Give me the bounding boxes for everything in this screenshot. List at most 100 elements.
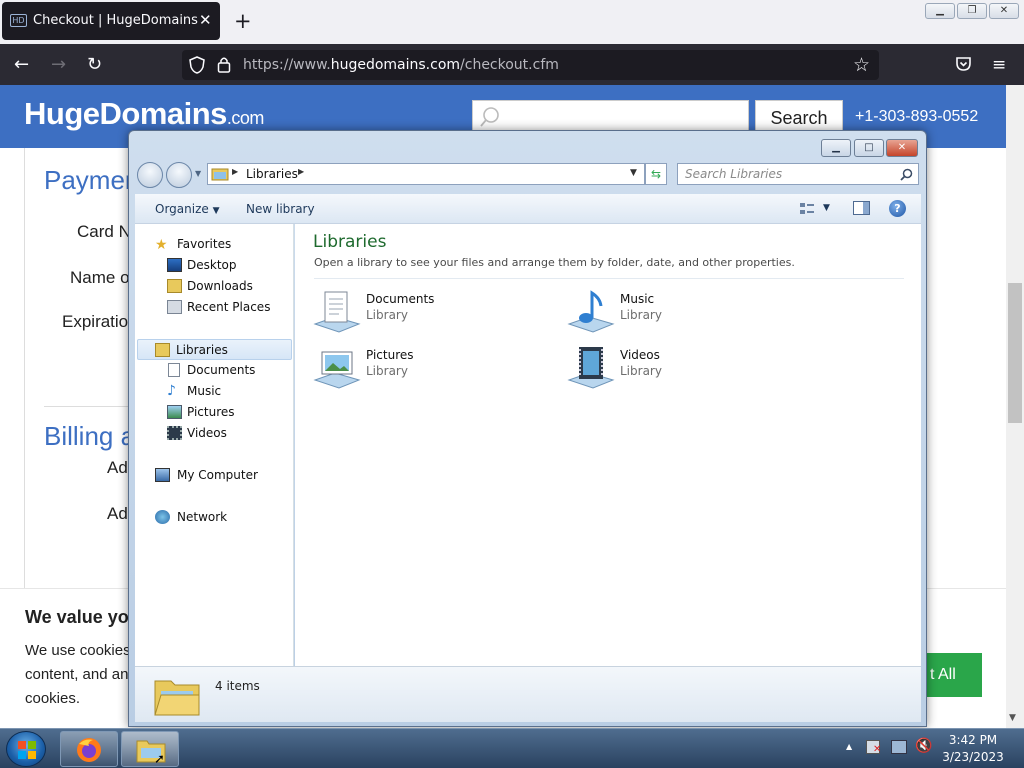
pictures-library-icon — [313, 351, 361, 389]
crumb-arrow-icon[interactable]: ▶ — [232, 167, 238, 176]
window-maximize-button[interactable]: □ — [854, 139, 884, 157]
show-hidden-icons-icon[interactable]: ▲ — [846, 742, 852, 751]
scrollbar-thumb[interactable] — [1008, 283, 1022, 423]
libraries-heading: Libraries — [313, 232, 387, 252]
clock-time: 3:42 PM — [948, 733, 998, 747]
library-type: Library — [366, 364, 408, 378]
mouse-cursor-icon: ➚ — [154, 752, 165, 767]
help-icon[interactable]: ? — [889, 200, 906, 217]
browser-close-button[interactable]: ✕ — [989, 3, 1019, 19]
tracking-shield-icon[interactable] — [189, 56, 205, 74]
videos-library-icon — [567, 347, 615, 389]
recent-pages-icon[interactable]: ▼ — [195, 169, 201, 178]
nav-my-computer[interactable]: My Computer — [135, 465, 294, 486]
nav-videos[interactable]: Videos — [135, 423, 294, 444]
address-crumb-libraries[interactable]: Libraries — [246, 167, 298, 181]
recent-places-icon — [167, 300, 182, 314]
new-tab-icon[interactable]: + — [234, 9, 252, 33]
new-library-button[interactable]: New library — [246, 202, 315, 216]
nav-recent-places[interactable]: Recent Places — [135, 297, 294, 318]
accept-all-button[interactable]: t All — [924, 653, 982, 697]
library-name: Music — [620, 292, 655, 306]
forward-icon[interactable]: → — [51, 54, 66, 75]
downloads-folder-icon — [167, 279, 182, 293]
phone-number[interactable]: +1-303-893-0552 — [855, 108, 978, 126]
address-bar[interactable]: ▶ Libraries ▶ ▼ — [207, 163, 645, 185]
nav-desktop[interactable]: Desktop — [135, 255, 294, 276]
organize-button[interactable]: Organize ▼ — [155, 202, 220, 216]
browser-tab[interactable]: HD Checkout | HugeDomains ✕ — [2, 2, 220, 40]
library-name: Videos — [620, 348, 660, 362]
nav-libraries[interactable]: Libraries — [137, 339, 292, 360]
explorer-forward-button[interactable] — [166, 162, 192, 188]
address-label: Ad — [107, 458, 128, 477]
window-minimize-button[interactable]: ▁ — [821, 139, 851, 157]
library-item-music[interactable]: Music Library — [567, 290, 797, 334]
music-note-icon: ♪ — [167, 383, 176, 399]
content-pane: Libraries Open a library to see your fil… — [295, 224, 921, 666]
url-text: https://www.hugedomains.com/checkout.cfm — [243, 57, 559, 73]
reload-icon[interactable]: ↻ — [87, 54, 102, 75]
site-search-button[interactable]: Search — [755, 100, 843, 134]
nav-documents[interactable]: Documents — [135, 360, 294, 381]
nav-downloads[interactable]: Downloads — [135, 276, 294, 297]
expiration-label: Expiratio — [62, 312, 129, 331]
action-center-icon[interactable]: ✕ — [866, 740, 881, 755]
preview-pane-icon[interactable] — [853, 201, 870, 216]
site-logo[interactable]: HugeDomains.com — [24, 96, 264, 132]
music-library-icon — [567, 290, 615, 333]
change-view-icon[interactable] — [799, 201, 815, 217]
libraries-description: Open a library to see your files and arr… — [314, 256, 795, 269]
library-type: Library — [620, 308, 662, 322]
billing-heading: Billing a — [44, 421, 136, 451]
tab-close-icon[interactable]: ✕ — [199, 11, 212, 29]
nav-pictures[interactable]: Pictures — [135, 402, 294, 423]
scroll-down-icon[interactable]: ▼ — [1009, 713, 1016, 723]
explorer-window[interactable]: ▁ □ ✕ ▼ ▶ Libraries ▶ ▼ ⇆ Search Librari… — [128, 130, 927, 727]
network-status-icon[interactable] — [891, 740, 907, 754]
cookie-text-line: content, and an — [25, 666, 129, 683]
search-placeholder: Search Libraries — [685, 167, 783, 181]
site-search-input[interactable] — [472, 100, 749, 134]
nav-music[interactable]: ♪ Music — [135, 381, 294, 402]
explorer-back-button[interactable] — [137, 162, 163, 188]
view-options-dropdown-icon[interactable]: ▼ — [823, 203, 830, 213]
taskbar-explorer[interactable]: ➚ — [121, 731, 179, 767]
refresh-icon[interactable]: ⇆ — [645, 163, 667, 185]
search-libraries-input[interactable]: Search Libraries — [677, 163, 919, 185]
libraries-folder-icon — [154, 680, 200, 716]
nav-network[interactable]: Network — [135, 507, 294, 528]
nav-favorites[interactable]: ★ Favorites — [135, 234, 294, 255]
cookie-title: We value yo — [25, 607, 129, 627]
volume-muted-icon[interactable]: 🔇 — [915, 738, 932, 754]
site-favicon-icon: HD — [10, 14, 27, 27]
star-icon: ★ — [155, 237, 168, 253]
search-icon — [480, 107, 499, 127]
menu-icon[interactable]: ≡ — [992, 55, 1006, 75]
back-icon[interactable]: ← — [14, 54, 29, 75]
navigation-pane: ★ Favorites Desktop Downloads Recent Pla… — [135, 224, 294, 666]
window-close-button[interactable]: ✕ — [886, 139, 918, 157]
heading-divider — [314, 278, 904, 279]
pocket-icon[interactable] — [955, 56, 972, 72]
videos-filmstrip-icon — [167, 426, 182, 440]
browser-minimize-button[interactable]: ▁ — [925, 3, 955, 19]
cookie-text-line: We use cookies — [25, 642, 131, 659]
system-clock[interactable]: 3:42 PM 3/23/2023 — [940, 732, 1006, 766]
lock-icon[interactable] — [217, 56, 231, 73]
bookmark-star-icon[interactable]: ☆ — [853, 54, 870, 76]
start-button[interactable] — [6, 731, 46, 767]
taskbar-firefox[interactable] — [60, 731, 118, 767]
tab-title: Checkout | HugeDomains — [33, 13, 198, 28]
search-icon — [900, 168, 913, 181]
network-globe-icon — [155, 510, 170, 524]
library-item-videos[interactable]: Videos Library — [567, 346, 797, 390]
library-item-pictures[interactable]: Pictures Library — [313, 346, 543, 390]
command-bar: Organize ▼ New library ▼ ? — [135, 194, 921, 224]
browser-restore-button[interactable]: ❐ — [957, 3, 987, 19]
libraries-folder-icon — [211, 168, 229, 181]
section-divider — [44, 406, 134, 407]
library-item-documents[interactable]: Documents Library — [313, 290, 543, 334]
address-history-dropdown-icon[interactable]: ▼ — [630, 168, 637, 178]
crumb-arrow-icon[interactable]: ▶ — [298, 167, 304, 176]
